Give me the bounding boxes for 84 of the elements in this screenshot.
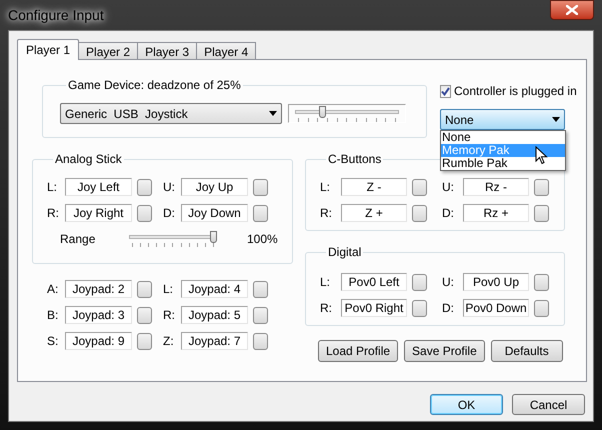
binding-field[interactable]: Rz - — [463, 178, 529, 196]
binding-label: U: — [442, 274, 455, 291]
bind-button[interactable] — [137, 306, 152, 324]
binding-field[interactable]: Rz + — [463, 204, 529, 222]
binding-field[interactable]: Joypad: 2 — [65, 280, 132, 298]
binding-label: U: — [442, 179, 455, 196]
binding-label: L: — [320, 179, 332, 196]
binding-label: R: — [163, 307, 176, 324]
close-button[interactable] — [550, 0, 594, 20]
bind-button[interactable] — [253, 178, 268, 196]
checkbox-label: Controller is plugged in — [454, 83, 577, 100]
range-reading: 100% — [247, 231, 278, 248]
binding-label: L: — [47, 179, 58, 196]
binding-field[interactable]: Pov0 Down — [463, 299, 529, 317]
dropdown-option[interactable]: None — [441, 131, 565, 144]
bind-button[interactable] — [412, 300, 427, 316]
profile-button[interactable]: Load Profile — [318, 340, 398, 362]
bind-button[interactable] — [412, 274, 427, 290]
bind-button[interactable] — [137, 178, 152, 196]
bind-button[interactable] — [253, 204, 268, 222]
bind-button[interactable] — [534, 300, 549, 316]
dropdown-option[interactable]: Rumble Pak — [441, 157, 565, 170]
binding-label: D: — [163, 205, 176, 222]
device-dropdown[interactable]: Generic USB Joystick — [60, 103, 282, 124]
bind-button[interactable] — [534, 178, 549, 196]
pak-dropdown[interactable]: None — [440, 109, 565, 130]
tab[interactable]: Player 3 — [137, 42, 198, 59]
binding-label: B: — [47, 307, 60, 324]
binding-label: R: — [320, 205, 333, 222]
tab[interactable]: Player 4 — [196, 42, 256, 59]
group-title: Game Device: deadzone of 25% — [67, 77, 242, 94]
binding-field[interactable]: Pov0 Left — [341, 273, 407, 291]
bind-button[interactable] — [137, 204, 152, 222]
bind-button[interactable] — [534, 274, 549, 290]
dropdown-value: Generic USB Joystick — [65, 106, 188, 122]
slider-thumb[interactable] — [319, 106, 326, 118]
caret-icon — [269, 111, 277, 116]
binding-field[interactable]: Joy Right — [65, 204, 132, 222]
binding-field[interactable]: Joy Up — [181, 178, 248, 196]
binding-field[interactable]: Joypad: 5 — [181, 306, 248, 324]
binding-label: L: — [320, 274, 332, 291]
binding-field[interactable]: Pov0 Right — [341, 299, 407, 317]
caret-icon — [552, 117, 560, 122]
checkbox[interactable] — [440, 84, 451, 98]
binding-field[interactable]: Z - — [341, 178, 407, 196]
bind-button[interactable] — [412, 204, 427, 222]
close-icon — [566, 5, 578, 15]
binding-field[interactable]: Pov0 Up — [463, 273, 529, 291]
tab[interactable]: Player 1 — [17, 39, 80, 60]
tab[interactable]: Player 2 — [78, 42, 138, 59]
binding-label: S: — [47, 333, 60, 350]
group-title: Analog Stick — [54, 151, 123, 168]
binding-field[interactable]: Joy Left — [65, 178, 132, 196]
bind-button[interactable] — [412, 178, 427, 196]
binding-field[interactable]: Joypad: 7 — [181, 332, 248, 350]
binding-label: A: — [47, 281, 60, 298]
binding-field[interactable]: Joypad: 3 — [65, 306, 132, 324]
binding-field[interactable]: Z + — [341, 204, 407, 222]
binding-label: R: — [320, 300, 333, 317]
profile-button[interactable]: Defaults — [490, 340, 563, 362]
dialog-button[interactable]: OK — [430, 394, 503, 415]
slider-thumb[interactable] — [210, 231, 217, 243]
binding-label: D: — [442, 205, 455, 222]
profile-button[interactable]: Save Profile — [404, 340, 485, 362]
group-title: C-Buttons — [327, 151, 382, 168]
binding-label: L: — [163, 281, 174, 298]
bind-button[interactable] — [253, 280, 268, 298]
bind-button[interactable] — [137, 280, 152, 298]
binding-label: D: — [442, 300, 455, 317]
bind-button[interactable] — [253, 332, 268, 350]
bind-button[interactable] — [137, 332, 152, 350]
binding-field[interactable]: Joypad: 4 — [181, 280, 248, 298]
binding-field[interactable]: Joy Down — [181, 204, 248, 222]
bind-button[interactable] — [253, 306, 268, 324]
group-title: Digital — [327, 244, 362, 261]
binding-label: R: — [47, 205, 60, 222]
dropdown-value: None — [445, 112, 474, 128]
bind-button[interactable] — [534, 204, 549, 222]
binding-field[interactable]: Joypad: 9 — [65, 332, 132, 350]
dialog-button[interactable]: Cancel — [512, 394, 585, 415]
binding-label: U: — [163, 179, 176, 196]
cursor-icon — [535, 146, 548, 165]
binding-label: Z: — [163, 333, 175, 350]
range-label: Range — [60, 231, 96, 248]
